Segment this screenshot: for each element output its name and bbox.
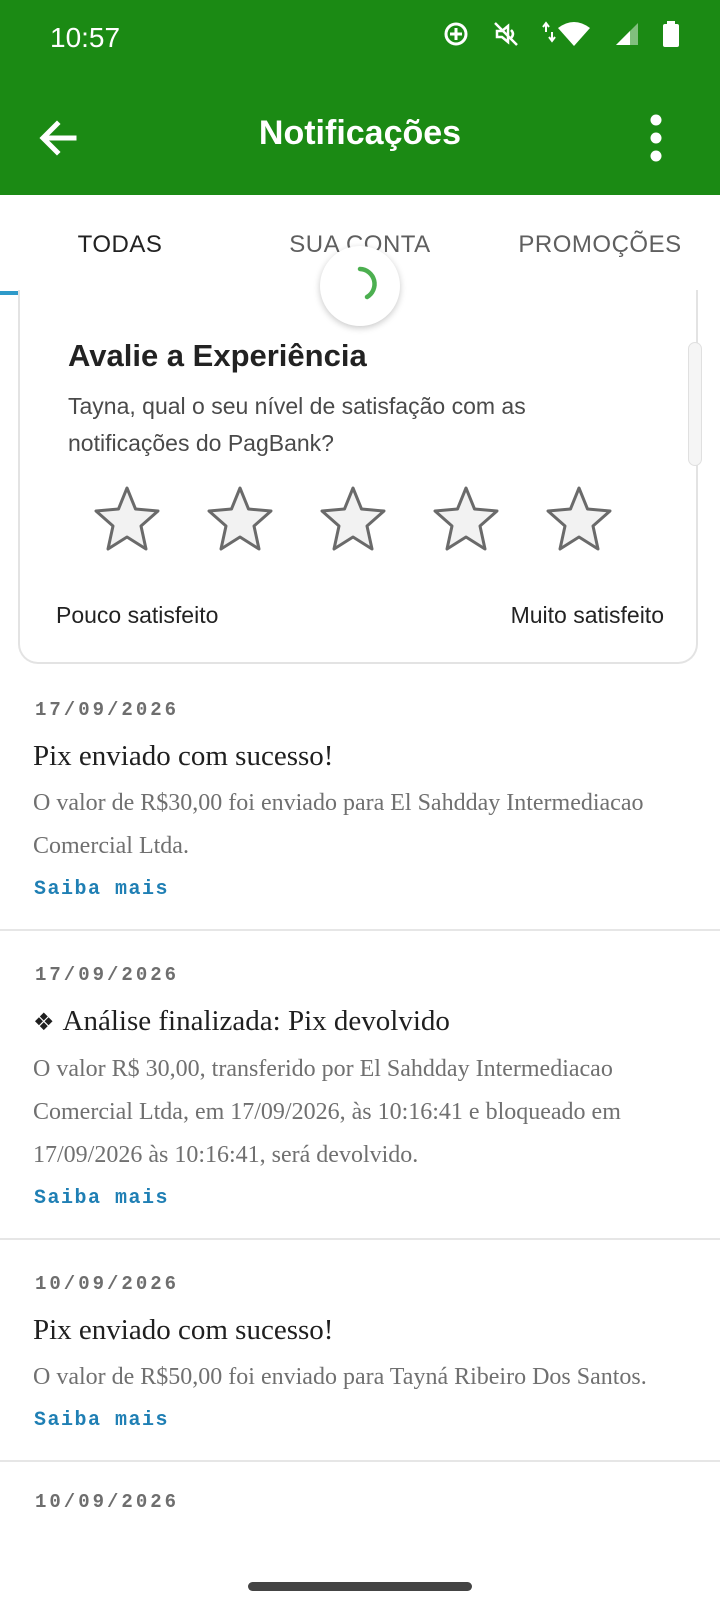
- notification-body: O valor de R$30,00 foi enviado para El S…: [33, 790, 644, 859]
- battery-icon: [662, 20, 680, 48]
- notification-item[interactable]: 10/09/2026 Pix enviado com sucesso! O va…: [0, 1240, 720, 1462]
- rating-low-label: Pouco satisfeito: [56, 602, 219, 628]
- notification-item[interactable]: 17/09/2026 ❖ Análise finalizada: Pix devo…: [0, 931, 720, 1240]
- tab-todas[interactable]: TODAS: [0, 195, 240, 295]
- status-bar: 10:57: [0, 0, 720, 82]
- notification-body: O valor R$ 30,00, transferido por El Sah…: [33, 1056, 621, 1168]
- notification-title: ❖ Análise finalizada: Pix devolvido: [33, 1003, 688, 1040]
- notification-body: O valor de R$50,00 foi enviado para Tayn…: [33, 1364, 647, 1390]
- notification-date: 17/09/2026: [35, 964, 180, 986]
- app-bar: Notificações: [0, 82, 720, 195]
- star-5-icon[interactable]: [544, 484, 620, 560]
- notification-title: Pix enviado com sucesso!: [33, 1314, 334, 1346]
- signal-icon: [614, 21, 640, 47]
- diamond-prefix: ❖: [33, 1008, 55, 1036]
- wifi-icon: [542, 20, 592, 48]
- home-indicator[interactable]: [248, 1582, 472, 1591]
- notification-list: 17/09/2026 Pix enviado com sucesso! O va…: [0, 666, 720, 1518]
- notification-date: 17/09/2026: [35, 699, 180, 721]
- more-options-button[interactable]: [626, 110, 686, 170]
- notification-item[interactable]: 10/09/2026: [0, 1462, 720, 1518]
- notification-date: 10/09/2026: [35, 1273, 180, 1295]
- rating-stars: [68, 484, 652, 560]
- data-saver-icon: [442, 20, 470, 48]
- more-vert-icon: [649, 113, 663, 168]
- status-icons: [442, 20, 680, 48]
- saiba-mais-link[interactable]: Saiba mais: [33, 1409, 169, 1432]
- rating-title: Avalie a Experiência: [68, 338, 367, 373]
- tab-promocoes[interactable]: PROMOÇÕES: [480, 195, 720, 295]
- notification-title-text: Análise finalizada: Pix devolvido: [62, 1005, 450, 1037]
- star-4-icon[interactable]: [431, 484, 507, 560]
- rating-question: Tayna, qual o seu nível de satisfação co…: [68, 393, 526, 456]
- star-1-icon[interactable]: [92, 484, 168, 560]
- mute-icon: [492, 20, 520, 48]
- rating-card: Avalie a Experiência Tayna, qual o seu n…: [18, 290, 698, 664]
- rating-high-label: Muito satisfeito: [510, 602, 664, 628]
- saiba-mais-link[interactable]: Saiba mais: [33, 1187, 169, 1210]
- star-2-icon[interactable]: [205, 484, 281, 560]
- loading-spinner: [320, 246, 400, 326]
- spinner-icon: [340, 264, 380, 309]
- notification-title: Pix enviado com sucesso!: [33, 740, 334, 772]
- notification-date: 10/09/2026: [35, 1491, 180, 1513]
- saiba-mais-link[interactable]: Saiba mais: [33, 878, 169, 901]
- status-time: 10:57: [50, 22, 121, 53]
- notification-item[interactable]: 17/09/2026 Pix enviado com sucesso! O va…: [0, 666, 720, 931]
- page-title: Notificações: [258, 114, 462, 152]
- scrollbar[interactable]: [688, 342, 702, 466]
- star-3-icon[interactable]: [318, 484, 394, 560]
